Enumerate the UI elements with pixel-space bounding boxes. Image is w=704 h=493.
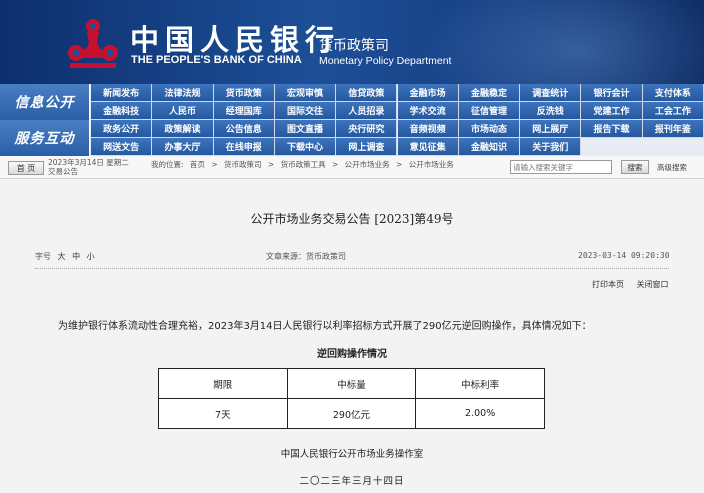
close-window-link[interactable]: 关闭窗口: [637, 280, 669, 289]
nav-link[interactable]: 经理国库: [213, 102, 275, 120]
site-banner: 中国人民银行 THE PEOPLE'S BANK OF CHINA 货币政策司 …: [0, 0, 704, 84]
nav-link[interactable]: 银行会计: [581, 84, 643, 102]
breadcrumb-separator: >: [267, 160, 275, 169]
table-row: 7天 290亿元 2.00%: [158, 398, 545, 429]
main-navigation: 信息公开 服务互动 新闻发布 法律法规 货币政策 宏观审慎 信贷政策 金融市场 金融稳定 调查…: [0, 84, 704, 156]
nav-link[interactable]: 在线申报: [213, 138, 275, 156]
article-source: 文章来源：货币政策司: [266, 252, 346, 261]
nav-link[interactable]: 反洗钱: [520, 102, 582, 120]
breadcrumb-department[interactable]: 货币政策司: [224, 160, 262, 169]
article-title: 公开市场业务交易公告 [2023]第49号: [250, 212, 454, 226]
department-name-cn: 货币政策司: [319, 38, 389, 54]
home-button[interactable]: 首 页: [8, 161, 44, 175]
font-size-large[interactable]: 大: [58, 252, 66, 261]
nav-group-label-info: 信息公开: [0, 84, 90, 120]
advanced-search-link[interactable]: 高级搜索: [657, 162, 687, 173]
breadcrumb: 我的位置: 首页 > 货币政策司 > 货币政策工具 > 公开市场业务 > 公开市…: [151, 159, 458, 170]
nav-link[interactable]: 人员招录: [336, 102, 398, 120]
date-info: 2023年3月14日 星期二 交易公告: [48, 158, 148, 176]
search-input[interactable]: [510, 160, 612, 174]
nav-link[interactable]: 下载中心: [274, 138, 337, 156]
bank-name-cn: 中国人民银行: [130, 23, 341, 57]
nav-link[interactable]: 音频视频: [397, 120, 459, 138]
table-cell-amount: 290亿元: [286, 398, 417, 429]
nav-link[interactable]: 办事大厅: [152, 138, 214, 156]
nav-link[interactable]: 金融稳定: [458, 84, 521, 102]
table-caption: 逆回购操作情况: [317, 349, 387, 360]
breadcrumb-separator: >: [331, 160, 339, 169]
table-header-row: 期限 中标量 中标利率: [158, 368, 545, 399]
current-date: 2023年3月14日 星期二: [48, 158, 129, 167]
signoff-date: 二〇二三年三月十四日: [299, 476, 405, 487]
article-paragraph: 为维护银行体系流动性合理充裕，2023年3月14日人民银行以利率招标方式开展了2…: [58, 321, 592, 332]
nav-link[interactable]: 货币政策: [213, 84, 275, 102]
nav-link[interactable]: 金融知识: [458, 138, 521, 156]
table-cell-rate: 2.00%: [415, 398, 545, 429]
nav-link[interactable]: 图文直播: [274, 120, 337, 138]
nav-link[interactable]: 信贷政策: [336, 84, 398, 102]
nav-link[interactable]: 网送文告: [91, 138, 153, 156]
nav-link[interactable]: 市场动态: [458, 120, 521, 138]
nav-link[interactable]: 法律法规: [152, 84, 214, 102]
breadcrumb-bar: 首 页 2023年3月14日 星期二 交易公告 我的位置: 首页 > 货币政策司…: [0, 156, 704, 179]
font-size-control: 字号 大 中 小: [35, 251, 95, 262]
breadcrumb-omo[interactable]: 公开市场业务: [345, 160, 390, 169]
nav-link[interactable]: 报刊年鉴: [642, 120, 704, 138]
table-header-cell: 中标利率: [415, 368, 545, 399]
nav-link[interactable]: 国际交往: [274, 102, 337, 120]
print-link[interactable]: 打印本页: [592, 280, 624, 289]
nav-link[interactable]: 调查统计: [520, 84, 582, 102]
breadcrumb-separator: >: [396, 160, 403, 169]
bank-name-en: THE PEOPLE'S BANK OF CHINA: [131, 54, 302, 66]
nav-link[interactable]: 政策解读: [152, 120, 214, 138]
nav-link[interactable]: 央行研究: [336, 120, 398, 138]
nav-group-label-service: 服务互动: [0, 120, 90, 156]
nav-link[interactable]: 新闻发布: [91, 84, 153, 102]
nav-link[interactable]: 宏观审慎: [274, 84, 337, 102]
nav-link[interactable]: 报告下载: [581, 120, 643, 138]
table-header-cell: 期限: [158, 368, 288, 399]
breadcrumb-omo-current[interactable]: 公开市场业务: [409, 160, 454, 169]
nav-link[interactable]: 人民币: [152, 102, 214, 120]
nav-link[interactable]: 公告信息: [213, 120, 275, 138]
breadcrumb-tools[interactable]: 货币政策工具: [281, 160, 326, 169]
nav-link[interactable]: 学术交流: [397, 102, 459, 120]
breadcrumb-home[interactable]: 首页: [190, 160, 205, 169]
article-content: 公开市场业务交易公告 [2023]第49号 字号 大 中 小 文章来源：货币政策…: [0, 180, 704, 493]
article-tools: 打印本页 关闭窗口: [582, 279, 669, 290]
table-cell-term: 7天: [158, 398, 288, 429]
font-size-label: 字号: [35, 252, 51, 261]
font-size-medium[interactable]: 中: [72, 252, 80, 261]
nav-link[interactable]: 意见征集: [397, 138, 459, 156]
nav-link[interactable]: 金融市场: [397, 84, 459, 102]
article-meta: 字号 大 中 小 文章来源：货币政策司 2023-03-14 09:20:30: [0, 251, 704, 267]
nav-link[interactable]: 征信管理: [458, 102, 521, 120]
department-name-en: Monetary Policy Department: [319, 55, 452, 67]
publish-time: 2023-03-14 09:20:30: [578, 251, 670, 260]
nav-link[interactable]: 党建工作: [581, 102, 643, 120]
nav-link[interactable]: 工会工作: [642, 102, 704, 120]
breadcrumb-prefix: 我的位置:: [151, 160, 184, 169]
meta-divider: [35, 268, 669, 269]
pboc-logo-icon: [68, 19, 118, 68]
signoff-office: 中国人民银行公开市场业务操作室: [280, 449, 424, 460]
nav-link[interactable]: 关于我们: [520, 138, 582, 156]
reverse-repo-table: 期限 中标量 中标利率 7天 290亿元 2.00%: [158, 368, 545, 429]
breadcrumb-separator: >: [211, 160, 218, 169]
page-category: 交易公告: [48, 167, 78, 176]
nav-link[interactable]: 支付体系: [642, 84, 704, 102]
nav-link[interactable]: 政务公开: [91, 120, 153, 138]
nav-link[interactable]: 网上调查: [336, 138, 398, 156]
font-size-small[interactable]: 小: [87, 252, 95, 261]
search-button[interactable]: 搜索: [621, 160, 649, 174]
nav-link[interactable]: 金融科技: [91, 102, 153, 120]
nav-link[interactable]: 网上展厅: [520, 120, 582, 138]
table-header-cell: 中标量: [286, 368, 417, 399]
